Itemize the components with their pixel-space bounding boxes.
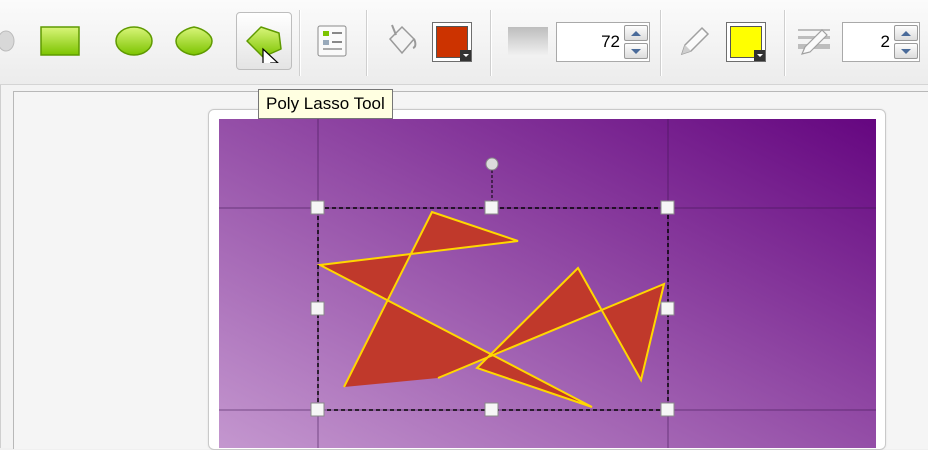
resize-handle-bottom-right[interactable] xyxy=(660,402,675,417)
resize-handle-bottom[interactable] xyxy=(484,402,499,417)
resize-handle-top-left[interactable] xyxy=(310,200,325,215)
drawing-canvas[interactable] xyxy=(0,0,928,448)
resize-handle-top[interactable] xyxy=(484,200,499,215)
resize-handle-right[interactable] xyxy=(660,301,675,316)
resize-handle-left[interactable] xyxy=(310,301,325,316)
tooltip: Poly Lasso Tool xyxy=(258,89,393,119)
resize-handle-bottom-left[interactable] xyxy=(310,402,325,417)
rotation-handle[interactable] xyxy=(485,157,499,171)
resize-handle-top-right[interactable] xyxy=(660,200,675,215)
